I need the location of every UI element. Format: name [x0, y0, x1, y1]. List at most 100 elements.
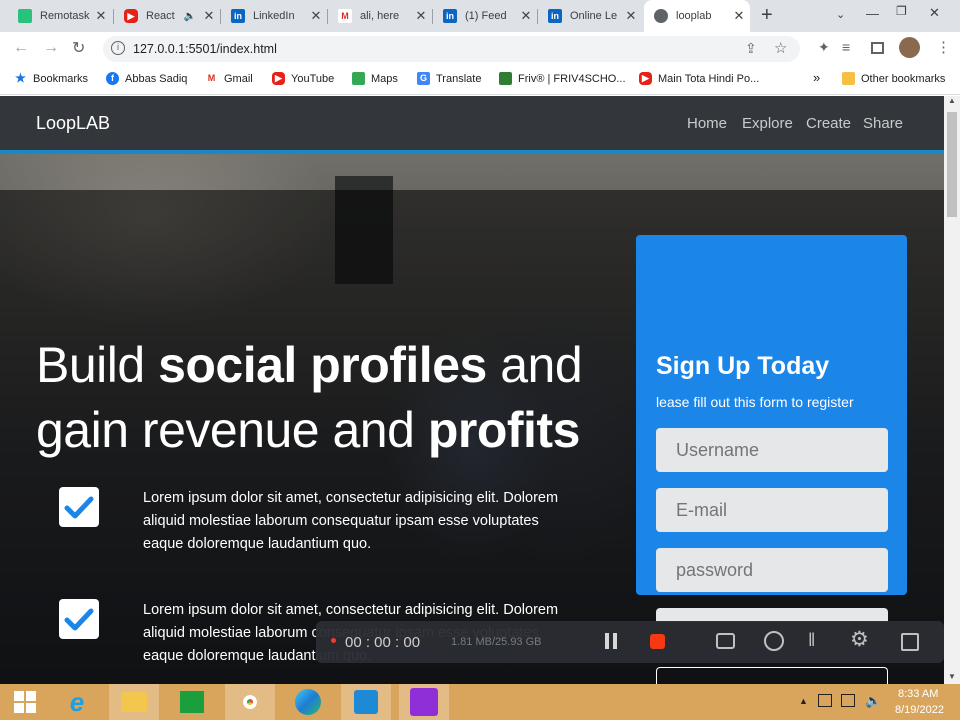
translate-icon: G	[417, 72, 430, 85]
pause-icon[interactable]	[605, 633, 609, 649]
network-icon[interactable]	[841, 694, 855, 707]
close-tab-icon[interactable]: ✕	[728, 8, 750, 24]
facebook-icon: f	[106, 72, 119, 85]
pause-icon[interactable]	[613, 633, 617, 649]
restore-icon[interactable]: ❐	[896, 4, 907, 18]
windows-taskbar: e ▲ 🔈 8:33 AM 8/19/2022	[0, 684, 960, 720]
bookmark-friv[interactable]: Friv® | FRIV4SCHO...	[499, 72, 626, 85]
youtube-icon: ▶	[639, 72, 652, 85]
bookmark-star-icon[interactable]: ☆	[774, 39, 787, 57]
scrollbar-thumb[interactable]	[947, 112, 957, 217]
reload-icon[interactable]: ↻	[72, 38, 85, 58]
nav-create[interactable]: Create	[806, 115, 851, 132]
site-brand[interactable]: LoopLAB	[36, 113, 110, 134]
site-navbar: LoopLAB Home Explore Create Share	[0, 96, 944, 150]
taskbar-date[interactable]: 8/19/2022	[895, 704, 944, 716]
close-tab-icon[interactable]: ✕	[305, 8, 327, 24]
store-icon[interactable]	[167, 684, 217, 720]
minimize-icon[interactable]: —	[866, 6, 879, 21]
recorder-size: 1.81 MB/25.93 GB	[451, 636, 542, 648]
url-text[interactable]: 127.0.0.1:5501/index.html	[133, 42, 277, 56]
scroll-down-icon[interactable]: ▼	[948, 672, 956, 681]
gmail-icon: M	[338, 9, 352, 23]
bookmarks-overflow[interactable]: »	[813, 70, 820, 85]
speaker-icon[interactable]: 🔈	[184, 11, 196, 22]
internet-explorer-icon[interactable]: e	[52, 684, 102, 720]
chrome-icon[interactable]	[225, 684, 275, 720]
username-input[interactable]	[656, 428, 888, 472]
tab-react[interactable]: ▶ React 🔈 ✕	[114, 0, 220, 32]
avatar[interactable]	[899, 37, 920, 58]
forward-icon[interactable]: →	[43, 39, 59, 57]
bookmark-abbas-sadiq[interactable]: f Abbas Sadiq	[106, 72, 187, 85]
email-input[interactable]	[656, 488, 888, 532]
side-panel-icon[interactable]	[871, 42, 884, 54]
file-explorer-icon[interactable]	[109, 684, 159, 720]
volume-icon[interactable]: 🔈	[865, 693, 881, 709]
tray-power-icon[interactable]	[818, 694, 832, 707]
bookmark-main-tota[interactable]: ▶ Main Tota Hindi Po...	[639, 72, 759, 85]
camera-icon[interactable]	[716, 633, 735, 649]
back-icon[interactable]: ←	[13, 39, 29, 57]
media-icon[interactable]: ≡	[842, 39, 850, 55]
tray-expand-icon[interactable]: ▲	[799, 696, 808, 706]
bookmark-bookmarks[interactable]: ★ Bookmarks	[14, 72, 88, 85]
tab-looplab[interactable]: looplab ✕	[644, 0, 750, 32]
annotate-icon[interactable]: ǁ	[808, 630, 815, 651]
globe-icon	[654, 9, 668, 23]
close-tab-icon[interactable]: ✕	[515, 8, 537, 24]
stop-icon[interactable]	[650, 634, 665, 649]
new-tab-button[interactable]: +	[761, 4, 773, 27]
nav-home[interactable]: Home	[687, 115, 727, 132]
edge-icon[interactable]	[283, 684, 333, 720]
scroll-up-icon[interactable]: ▲	[948, 96, 956, 105]
browser-tab-strip: Remotasks ✕ ▶ React 🔈 ✕ in LinkedIn ✕ M …	[0, 0, 960, 32]
linkedin-icon: in	[231, 9, 245, 23]
share-icon[interactable]: ⇪	[745, 40, 757, 57]
bookmark-maps[interactable]: Maps	[352, 72, 398, 85]
close-tab-icon[interactable]: ✕	[410, 8, 432, 24]
taskbar-time[interactable]: 8:33 AM	[898, 688, 938, 700]
youtube-icon: ▶	[124, 9, 138, 23]
submit-button[interactable]	[656, 667, 888, 684]
extensions-icon[interactable]: ✦	[818, 39, 830, 56]
close-tab-icon[interactable]: ✕	[620, 8, 642, 24]
tab-linkedin-feed[interactable]: in (1) Feed ✕	[433, 0, 537, 32]
tab-linkedin[interactable]: in LinkedIn ✕	[221, 0, 327, 32]
start-button[interactable]	[0, 684, 50, 720]
tab-remotasks[interactable]: Remotasks ✕	[8, 0, 112, 32]
confirm-input[interactable]	[656, 608, 888, 622]
bookmark-gmail[interactable]: M Gmail	[205, 72, 253, 85]
check-icon	[59, 487, 99, 527]
bookmark-translate[interactable]: G Translate	[417, 72, 481, 85]
nav-explore[interactable]: Explore	[742, 115, 793, 132]
tab-search-icon[interactable]: ⌄	[836, 8, 845, 21]
info-icon[interactable]: i	[111, 41, 125, 55]
bookmarks-bar: ★ Bookmarks f Abbas Sadiq M Gmail ▶ YouTube …	[0, 65, 960, 95]
youtube-icon: ▶	[272, 72, 285, 85]
folder-icon	[842, 72, 855, 85]
search-app-icon[interactable]	[399, 684, 449, 720]
vscode-icon[interactable]	[341, 684, 391, 720]
settings-gear-icon[interactable]: ⚙	[850, 627, 869, 652]
screen-recorder-bar: 00 : 00 : 00 1.81 MB/25.93 GB ǁ ⚙	[316, 621, 944, 663]
tab-gmail[interactable]: M ali, here ✕	[328, 0, 432, 32]
navbar-accent-line	[0, 150, 944, 154]
close-tab-icon[interactable]: ✕	[198, 8, 220, 24]
address-bar[interactable]: i 127.0.0.1:5501/index.html ⇪ ☆	[103, 36, 800, 62]
close-window-icon[interactable]: ✕	[929, 5, 940, 21]
remotasks-icon	[18, 9, 32, 23]
star-icon: ★	[15, 71, 26, 85]
menu-icon[interactable]: ⋮	[936, 38, 951, 56]
timer-icon[interactable]	[764, 631, 784, 651]
close-tab-icon[interactable]: ✕	[90, 8, 112, 24]
password-input[interactable]	[656, 548, 888, 592]
nav-share[interactable]: Share	[863, 115, 903, 132]
feature-text: Lorem ipsum dolor sit amet, consectetur …	[143, 490, 559, 552]
bookmark-other[interactable]: Other bookmarks	[842, 72, 945, 85]
bookmark-youtube[interactable]: ▶ YouTube	[272, 72, 334, 85]
tab-linkedin-learning[interactable]: in Online Le ✕	[538, 0, 642, 32]
linkedin-icon: in	[443, 9, 457, 23]
friv-icon	[499, 72, 512, 85]
collapse-icon[interactable]	[901, 633, 919, 651]
